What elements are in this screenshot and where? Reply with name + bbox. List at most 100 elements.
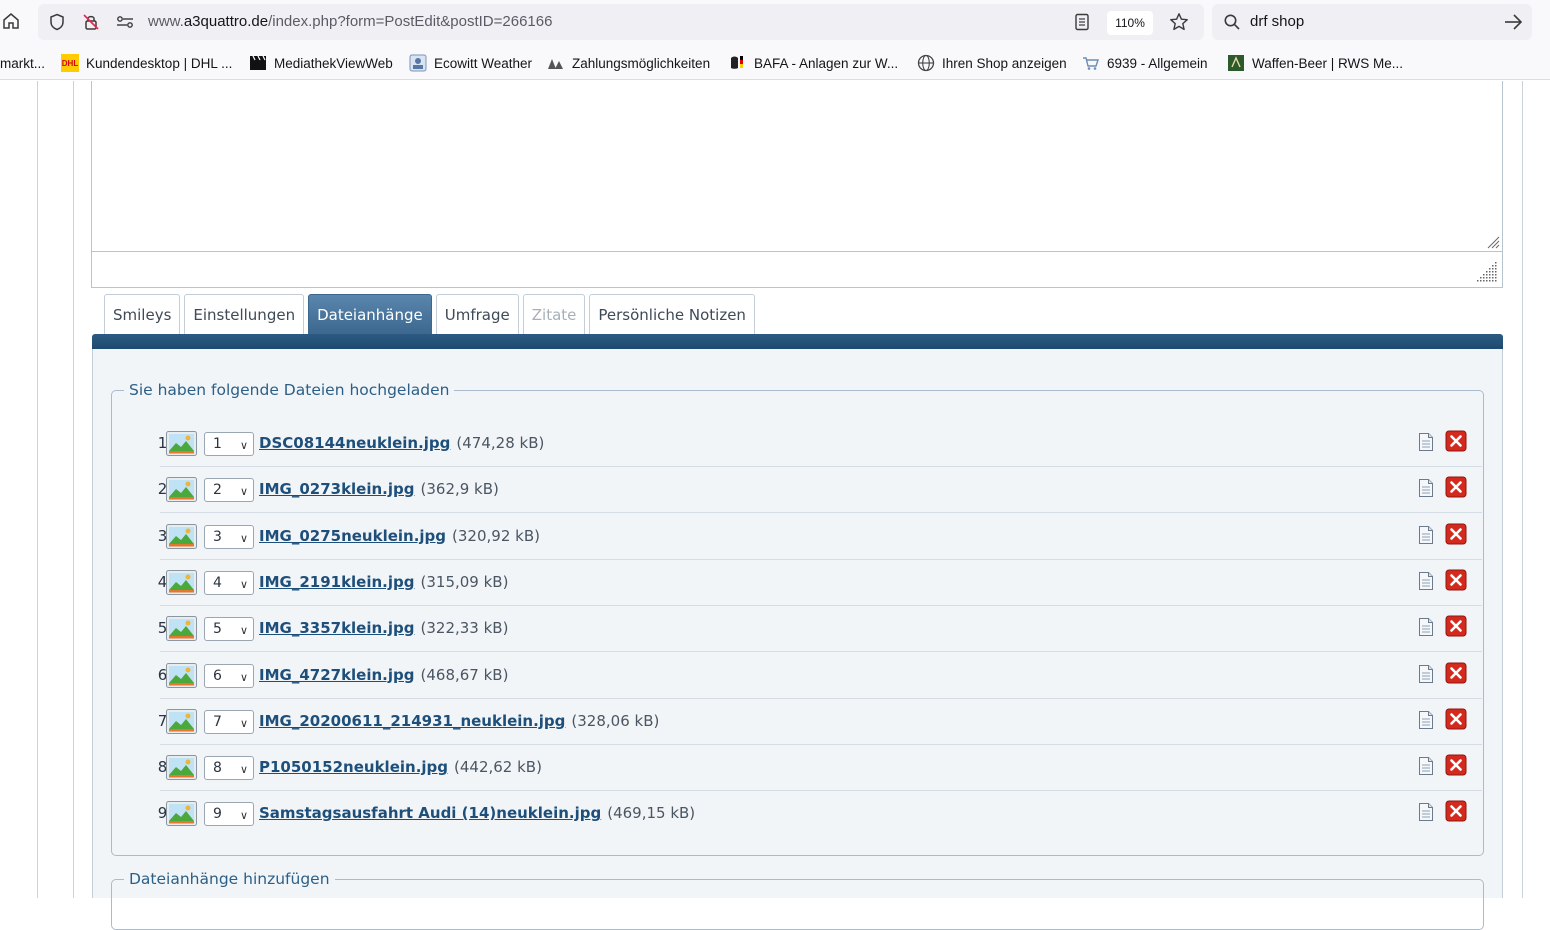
order-select[interactable]: 6 ∨ <box>204 663 254 688</box>
file-link[interactable]: IMG_4727klein.jpg (468,67 kB) <box>259 666 508 684</box>
delete-file-icon[interactable] <box>1445 523 1467 545</box>
permissions-icon[interactable] <box>114 11 136 33</box>
file-name[interactable]: IMG_4727klein.jpg <box>259 666 415 684</box>
shield-icon[interactable] <box>46 11 68 33</box>
delete-file-icon[interactable] <box>1445 754 1467 776</box>
bookmark-item[interactable]: Zahlungsmöglichkeiten <box>547 53 710 73</box>
image-file-icon <box>166 431 197 456</box>
chevron-down-icon: ∨ <box>239 716 248 730</box>
federal-eagle-icon <box>729 54 747 72</box>
insert-into-post-icon[interactable] <box>1417 525 1435 545</box>
tab-persoenliche-notizen[interactable]: Persönliche Notizen <box>589 294 755 334</box>
tab-smileys[interactable]: Smileys <box>104 294 181 334</box>
message-textarea[interactable] <box>91 81 1503 252</box>
file-link[interactable]: IMG_2191klein.jpg (315,09 kB) <box>259 573 508 591</box>
delete-file-icon[interactable] <box>1445 476 1467 498</box>
file-name[interactable]: IMG_20200611_214931_neuklein.jpg <box>259 712 565 730</box>
bookmark-item[interactable]: DHL Kundendesktop | DHL ... <box>61 53 232 73</box>
order-select[interactable]: 5 ∨ <box>204 617 254 642</box>
file-row: 8. 8 ∨ P1050152neuklein.jpg (442,62 kB) <box>158 745 1482 792</box>
tab-einstellungen[interactable]: Einstellungen <box>184 294 305 334</box>
tab-dateianhaenge[interactable]: Dateianhänge <box>308 294 432 334</box>
image-file-icon <box>166 569 197 595</box>
waffen-beer-icon <box>1227 54 1245 72</box>
file-size: (362,9 kB) <box>420 480 499 499</box>
insert-into-post-icon[interactable] <box>1417 664 1435 684</box>
bookmark-item[interactable]: markt... <box>0 53 45 73</box>
insert-into-post-icon[interactable] <box>1417 756 1435 776</box>
order-select-value: 2 <box>213 482 222 499</box>
image-file-icon <box>166 708 197 734</box>
insert-into-post-icon[interactable] <box>1417 802 1435 822</box>
file-name[interactable]: IMG_2191klein.jpg <box>259 573 415 591</box>
file-name[interactable]: P1050152neuklein.jpg <box>259 758 448 776</box>
file-link[interactable]: IMG_0273klein.jpg (362,9 kB) <box>259 480 499 498</box>
arrow-right-icon[interactable] <box>1502 11 1524 33</box>
file-link[interactable]: P1050152neuklein.jpg (442,62 kB) <box>259 758 542 776</box>
insert-into-post-icon[interactable] <box>1417 710 1435 730</box>
delete-file-icon[interactable] <box>1445 569 1467 591</box>
order-select[interactable]: 1 ∨ <box>204 432 254 456</box>
file-name[interactable]: DSC08144neuklein.jpg <box>259 434 450 452</box>
file-row: 1. 1 ∨ DSC08144neuklein.jpg (474,28 kB) <box>158 421 1482 467</box>
order-select-value: 6 <box>213 667 222 684</box>
bookmark-item[interactable]: Ihren Shop anzeigen <box>917 53 1067 73</box>
file-row: 7. 7 ∨ IMG_20200611_214931_neuklein.jpg (3… <box>158 699 1482 745</box>
zoom-indicator[interactable]: 110% <box>1107 11 1153 35</box>
page-viewport: Smileys Einstellungen Dateianhänge Umfra… <box>0 81 1550 930</box>
file-row: 5. 5 ∨ IMG_3357klein.jpg (322,33 kB) <box>158 606 1482 653</box>
order-select[interactable]: 9 ∨ <box>204 802 254 827</box>
editor-resize-handle-icon[interactable] <box>1474 259 1498 283</box>
file-link[interactable]: Samstagsausfahrt Audi (14)neuklein.jpg (4… <box>259 804 695 822</box>
insert-into-post-icon[interactable] <box>1417 478 1435 498</box>
delete-file-icon[interactable] <box>1445 430 1467 452</box>
uploaded-files-fieldset: Sie haben folgende Dateien hochgeladen 1… <box>111 381 1484 856</box>
editor-statusbar <box>91 252 1503 288</box>
file-link[interactable]: DSC08144neuklein.jpg (474,28 kB) <box>259 434 544 452</box>
tab-label: Einstellungen <box>193 305 296 324</box>
insert-into-post-icon[interactable] <box>1417 432 1435 452</box>
reader-view-icon[interactable] <box>1071 11 1093 33</box>
tab-umfrage[interactable]: Umfrage <box>435 294 519 334</box>
insert-into-post-icon[interactable] <box>1417 617 1435 637</box>
bookmark-item[interactable]: MediathekViewWeb <box>249 53 393 73</box>
bookmark-item[interactable]: BAFA - Anlagen zur W... <box>729 53 898 73</box>
file-size: (442,62 kB) <box>454 758 542 777</box>
file-link[interactable]: IMG_0275neuklein.jpg (320,92 kB) <box>259 527 540 545</box>
order-select-value: 8 <box>213 760 222 777</box>
insert-into-post-icon[interactable] <box>1417 571 1435 591</box>
file-name[interactable]: Samstagsausfahrt Audi (14)neuklein.jpg <box>259 804 601 822</box>
home-icon[interactable] <box>0 10 22 32</box>
order-select[interactable]: 2 ∨ <box>204 478 254 503</box>
file-name[interactable]: IMG_3357klein.jpg <box>259 619 415 637</box>
file-size: (468,67 kB) <box>420 665 509 684</box>
delete-file-icon[interactable] <box>1445 800 1467 822</box>
file-row: 3. 3 ∨ IMG_0275neuklein.jpg (320,92 kB) <box>158 514 1482 560</box>
search-bar[interactable]: drf shop <box>1212 4 1532 40</box>
file-link[interactable]: IMG_20200611_214931_neuklein.jpg (328,06 … <box>259 712 659 730</box>
url-bar[interactable]: www.a3quattro.de/index.php?form=PostEdit… <box>38 4 1204 40</box>
url-text[interactable]: www.a3quattro.de/index.php?form=PostEdit… <box>148 13 552 30</box>
file-row: 4. 4 ∨ IMG_2191klein.jpg (315,09 kB) <box>158 560 1482 606</box>
order-select[interactable]: 8 ∨ <box>204 756 254 781</box>
image-file-icon <box>166 755 197 781</box>
bookmark-star-icon[interactable] <box>1168 11 1190 33</box>
delete-file-icon[interactable] <box>1445 708 1467 730</box>
file-name[interactable]: IMG_0275neuklein.jpg <box>259 527 446 545</box>
order-select[interactable]: 7 ∨ <box>204 709 254 734</box>
delete-file-icon[interactable] <box>1445 662 1467 684</box>
file-link[interactable]: IMG_3357klein.jpg (322,33 kB) <box>259 619 508 637</box>
bookmark-item[interactable]: 6939 - Allgemein <box>1082 53 1208 73</box>
bookmark-item[interactable]: Waffen-Beer | RWS Me... <box>1227 53 1403 73</box>
browser-toolbar: www.a3quattro.de/index.php?form=PostEdit… <box>0 0 1550 44</box>
clapperboard-icon <box>249 54 267 72</box>
resize-grip-icon[interactable] <box>1486 235 1500 249</box>
order-select[interactable]: 3 ∨ <box>204 524 254 549</box>
uploaded-files-legend: Sie haben folgende Dateien hochgeladen <box>129 381 450 399</box>
file-name[interactable]: IMG_0273klein.jpg <box>259 480 415 498</box>
bookmark-item[interactable]: Ecowitt Weather <box>409 53 532 73</box>
tab-label: Zitate <box>531 305 577 324</box>
insecure-lock-icon[interactable] <box>80 11 102 33</box>
order-select[interactable]: 4 ∨ <box>204 570 254 595</box>
delete-file-icon[interactable] <box>1445 615 1467 637</box>
